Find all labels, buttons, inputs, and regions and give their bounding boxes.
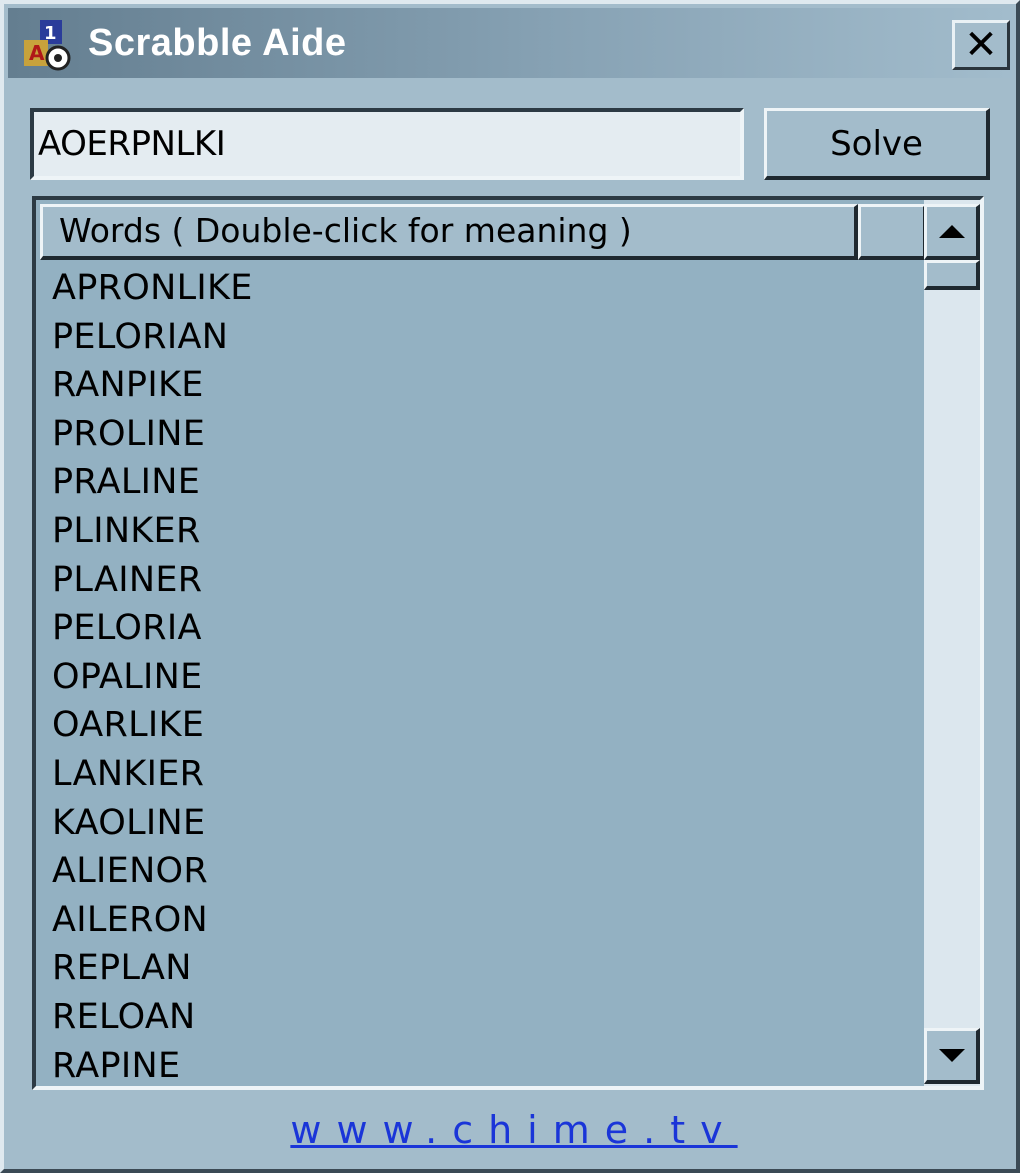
word-item[interactable]: RANPIKE [52,361,912,410]
word-item[interactable]: REPLAN [52,944,912,993]
words-column-header[interactable]: Words ( Double-click for meaning ) [40,204,858,260]
word-item[interactable]: RAPINE [52,1042,912,1087]
scroll-down-button[interactable] [924,1028,980,1084]
word-item[interactable]: LANKIER [52,750,912,799]
word-item[interactable]: APRONLIKE [52,264,912,313]
svg-text:A: A [29,41,45,65]
website-link[interactable]: www.chime.tv [4,1108,1020,1152]
scroll-up-arrow-icon [938,225,965,238]
word-item[interactable]: AILERON [52,896,912,945]
scroll-thumb[interactable] [924,260,980,290]
vertical-scrollbar[interactable] [924,200,980,1086]
word-item[interactable]: KAOLINE [52,799,912,848]
word-item[interactable]: ALIENOR [52,847,912,896]
word-item[interactable]: PRALINE [52,458,912,507]
scroll-up-button[interactable] [924,204,980,260]
solve-button[interactable]: Solve [764,108,990,180]
word-listview[interactable]: Words ( Double-click for meaning ) APRON… [32,196,984,1090]
letters-input[interactable] [30,108,744,180]
close-icon: ✕ [964,23,998,67]
app-window: 1 A Scrabble Aide ✕ Solve Words ( Double… [0,0,1020,1173]
word-item[interactable]: RELOAN [52,993,912,1042]
word-item[interactable]: PLINKER [52,507,912,556]
scrabble-app-icon: 1 A [20,18,80,74]
word-item[interactable]: PLAINER [52,556,912,605]
scroll-down-arrow-icon [938,1049,965,1062]
word-list: APRONLIKE PELORIAN RANPIKE PROLINE PRALI… [52,264,912,1087]
window-title: Scrabble Aide [88,22,347,64]
close-button[interactable]: ✕ [952,20,1010,70]
word-item[interactable]: PELORIAN [52,313,912,362]
word-item[interactable]: OARLIKE [52,701,912,750]
word-item[interactable]: PROLINE [52,410,912,459]
word-item[interactable]: OPALINE [52,653,912,702]
title-bar[interactable]: 1 A Scrabble Aide ✕ [8,8,1012,78]
blank-column-header [858,204,926,260]
word-item[interactable]: PELORIA [52,604,912,653]
